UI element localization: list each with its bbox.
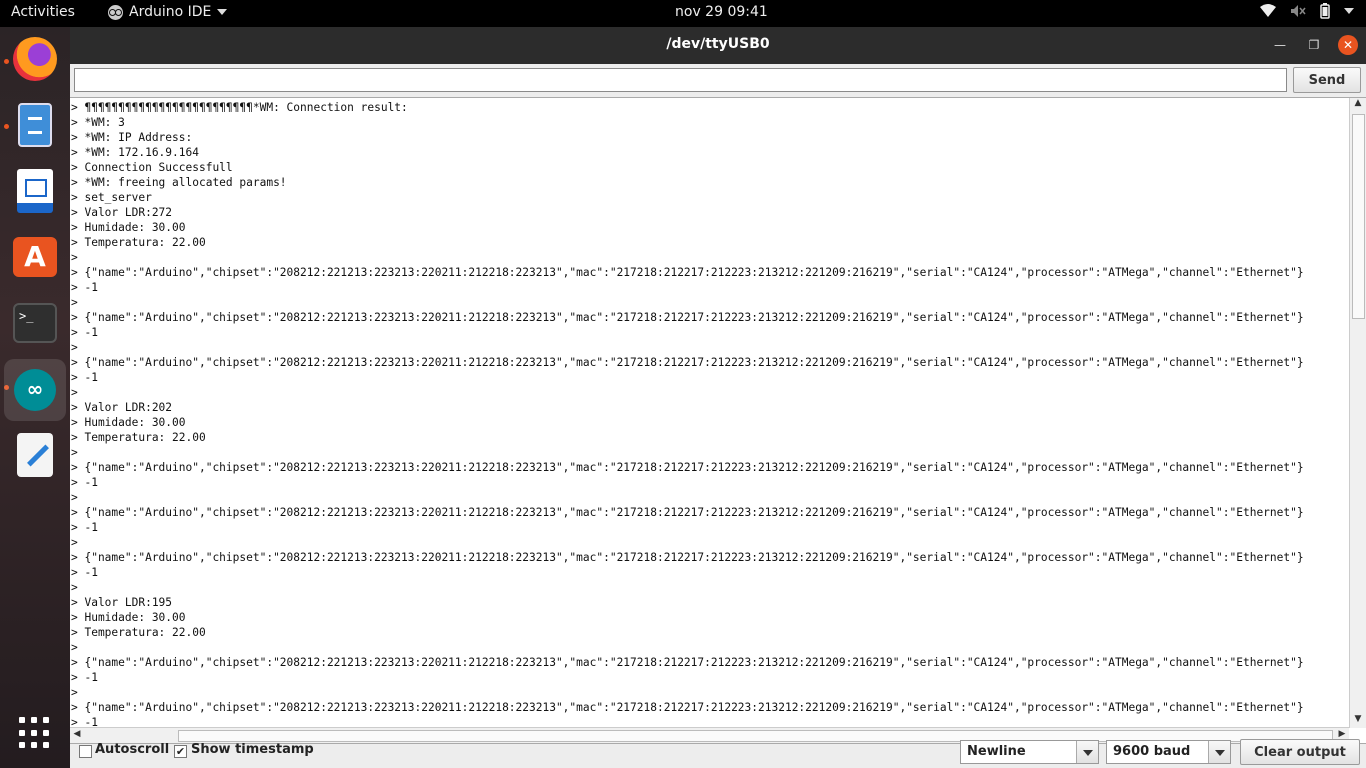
vertical-scroll-thumb[interactable] [1352, 114, 1365, 319]
top-bar: Activities Arduino IDE nov 29 09:41 [0, 0, 1366, 27]
show-timestamp-checkbox[interactable]: ✔ [174, 745, 187, 758]
output-line: > [71, 446, 78, 459]
dock-writer[interactable] [13, 169, 57, 213]
output-line: > Humidade: 30.00 [71, 611, 186, 624]
output-line: > Temperatura: 22.00 [71, 236, 206, 249]
output-line: > [71, 686, 78, 699]
clock[interactable]: nov 29 09:41 [675, 4, 768, 20]
output-line: > -1 [71, 566, 98, 579]
scroll-down-icon[interactable]: ▼ [1350, 714, 1366, 728]
output-line: > -1 [71, 371, 98, 384]
maximize-button[interactable]: ❐ [1304, 35, 1324, 55]
baud-rate-value: 9600 baud [1113, 744, 1191, 759]
dock-arduino[interactable]: ∞ [4, 359, 66, 421]
output-line: > -1 [71, 521, 98, 534]
window-titlebar[interactable]: /dev/ttyUSB0 — ❐ ✕ [70, 27, 1366, 64]
output-line: > [71, 296, 78, 309]
system-tray[interactable] [1260, 3, 1354, 19]
arduino-app-icon [108, 4, 123, 20]
running-indicator [4, 59, 9, 64]
show-applications-icon[interactable] [19, 717, 51, 749]
chevron-down-icon [217, 9, 228, 15]
output-line: > *WM: IP Address: [71, 131, 193, 144]
autoscroll-label[interactable]: Autoscroll [95, 742, 169, 757]
output-line: > {"name":"Arduino","chipset":"208212:22… [71, 551, 1304, 564]
window-title: /dev/ttyUSB0 [666, 36, 770, 52]
output-line: > [71, 251, 78, 264]
chevron-down-icon [1208, 741, 1230, 763]
output-line: > [71, 641, 78, 654]
output-line: > Humidade: 30.00 [71, 416, 186, 429]
output-line: > Temperatura: 22.00 [71, 626, 206, 639]
firefox-icon [13, 37, 57, 81]
output-line: > [71, 491, 78, 504]
send-row: Send [70, 64, 1366, 97]
dock-text-editor[interactable] [13, 433, 57, 477]
battery-icon [1320, 3, 1330, 19]
output-line: > -1 [71, 281, 98, 294]
serial-monitor-window: /dev/ttyUSB0 — ❐ ✕ Send > ¶¶¶¶¶¶¶¶¶¶¶¶¶¶… [70, 27, 1366, 768]
baud-rate-select[interactable]: 9600 baud [1106, 740, 1231, 764]
text-editor-icon [17, 433, 53, 477]
writer-icon [17, 169, 53, 213]
output-line: > -1 [71, 671, 98, 684]
output-line: > {"name":"Arduino","chipset":"208212:22… [71, 311, 1304, 324]
bottom-bar: Autoscroll ✔ Show timestamp Newline 9600… [70, 736, 1366, 768]
files-icon [18, 103, 52, 147]
output-line: > Humidade: 30.00 [71, 221, 186, 234]
software-store-icon: A [13, 237, 57, 277]
output-line: > Connection Successfull [71, 161, 233, 174]
serial-output[interactable]: > ¶¶¶¶¶¶¶¶¶¶¶¶¶¶¶¶¶¶¶¶¶¶¶¶¶*WM: Connecti… [70, 98, 1349, 728]
output-line: > *WM: 3 [71, 116, 125, 129]
activities-button[interactable]: Activities [11, 4, 75, 20]
dock: A >_ ∞ [0, 27, 70, 768]
output-line: > {"name":"Arduino","chipset":"208212:22… [71, 656, 1304, 669]
line-ending-value: Newline [967, 744, 1026, 759]
send-button[interactable]: Send [1293, 67, 1361, 93]
line-ending-select[interactable]: Newline [960, 740, 1099, 764]
output-line: > Valor LDR:272 [71, 206, 173, 219]
output-line: > [71, 341, 78, 354]
vertical-scrollbar[interactable]: ▲ ▼ [1349, 98, 1366, 728]
clear-output-button[interactable]: Clear output [1240, 739, 1360, 765]
output-line: > Valor LDR:202 [71, 401, 173, 414]
running-indicator [4, 124, 9, 129]
app-menu[interactable]: Arduino IDE [108, 4, 228, 20]
autoscroll-checkbox[interactable] [79, 745, 92, 758]
output-line: > set_server [71, 191, 152, 204]
output-line: > Temperatura: 22.00 [71, 431, 206, 444]
serial-output-panel: > ¶¶¶¶¶¶¶¶¶¶¶¶¶¶¶¶¶¶¶¶¶¶¶¶¶*WM: Connecti… [70, 97, 1366, 744]
output-line: > {"name":"Arduino","chipset":"208212:22… [71, 461, 1304, 474]
minimize-button[interactable]: — [1270, 35, 1290, 55]
output-line: > {"name":"Arduino","chipset":"208212:22… [71, 701, 1304, 714]
dock-firefox[interactable] [13, 37, 57, 81]
show-timestamp-label[interactable]: Show timestamp [191, 742, 314, 757]
output-line: > {"name":"Arduino","chipset":"208212:22… [71, 506, 1304, 519]
terminal-icon: >_ [13, 303, 57, 343]
output-line: > {"name":"Arduino","chipset":"208212:22… [71, 266, 1304, 279]
output-line: > ¶¶¶¶¶¶¶¶¶¶¶¶¶¶¶¶¶¶¶¶¶¶¶¶¶*WM: Connecti… [71, 101, 408, 114]
close-button[interactable]: ✕ [1338, 35, 1358, 55]
output-line: > *WM: freeing allocated params! [71, 176, 287, 189]
output-line: > {"name":"Arduino","chipset":"208212:22… [71, 356, 1304, 369]
output-line: > [71, 536, 78, 549]
output-line: > *WM: 172.16.9.164 [71, 146, 199, 159]
send-input[interactable] [74, 68, 1287, 92]
app-menu-label: Arduino IDE [129, 4, 212, 20]
output-line: > -1 [71, 326, 98, 339]
chevron-down-icon [1076, 741, 1098, 763]
power-menu-icon [1344, 8, 1354, 14]
scroll-up-icon[interactable]: ▲ [1350, 98, 1366, 112]
output-line: > [71, 581, 78, 594]
output-line: > -1 [71, 476, 98, 489]
dock-terminal[interactable]: >_ [13, 301, 57, 345]
output-line: > Valor LDR:195 [71, 596, 173, 609]
arduino-icon: ∞ [14, 369, 56, 411]
volume-muted-icon [1291, 5, 1306, 17]
wifi-icon [1260, 4, 1276, 17]
dock-files[interactable] [13, 103, 57, 147]
dock-software[interactable]: A [13, 235, 57, 279]
output-line: > [71, 386, 78, 399]
